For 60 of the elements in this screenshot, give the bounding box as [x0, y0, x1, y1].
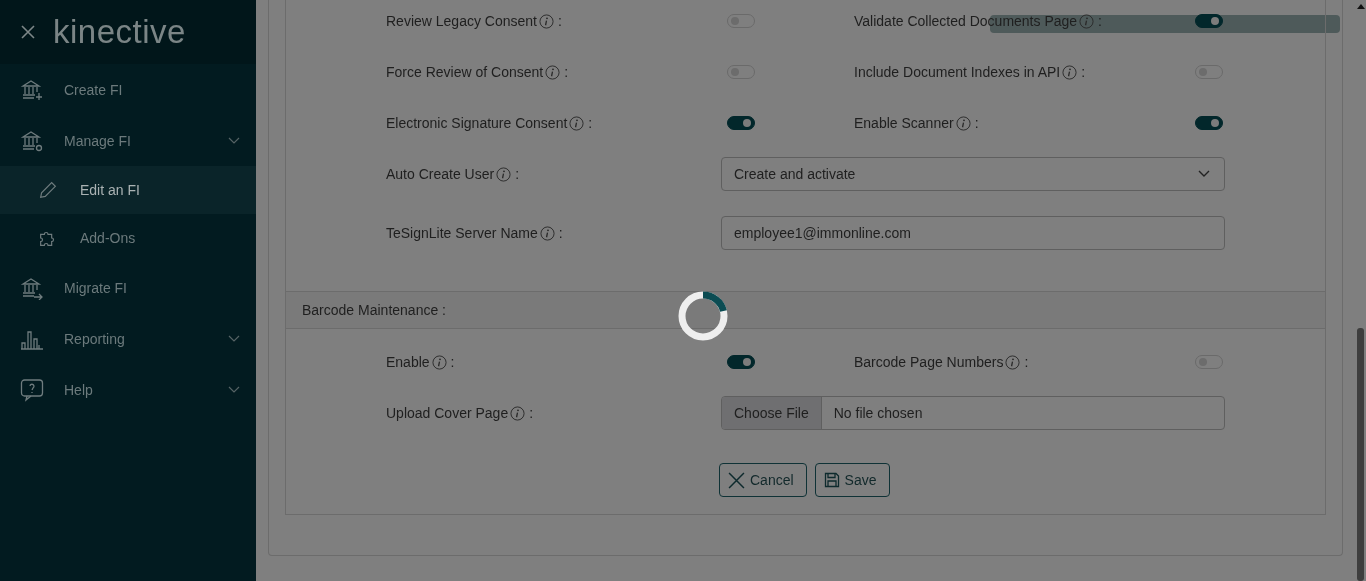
setting-label: Enable [386, 354, 430, 370]
label-colon: : [564, 64, 569, 80]
cancel-button[interactable]: Cancel [719, 463, 807, 497]
label-colon: : [515, 166, 520, 182]
setting-label: Barcode Page Numbers [854, 354, 1004, 370]
label-colon: : [529, 405, 534, 421]
nav-item[interactable]: Create FI [0, 64, 256, 115]
label-colon: : [1081, 64, 1086, 80]
nav-item[interactable]: Migrate FI [0, 262, 256, 313]
close-icon [728, 471, 745, 489]
info-icon[interactable] [569, 115, 585, 131]
help-icon [20, 377, 44, 402]
file-name-text: No file chosen [832, 405, 923, 421]
label-colon: : [450, 354, 455, 370]
info-icon[interactable] [496, 166, 512, 182]
info-icon[interactable] [1062, 64, 1078, 80]
label-colon: : [1098, 13, 1102, 29]
nav-item[interactable]: Add-Ons [0, 214, 256, 262]
info-icon[interactable] [545, 64, 561, 80]
section-title: Barcode Maintenance : [302, 302, 446, 318]
pencil-icon [37, 179, 59, 201]
save-button[interactable]: Save [814, 463, 890, 497]
select-field[interactable]: Create and activate [721, 157, 1225, 191]
info-icon[interactable] [510, 405, 526, 421]
setting-label: Validate Collected Documents Page [854, 13, 1078, 29]
setting-label: Include Document Indexes in API [854, 64, 1061, 80]
info-icon[interactable] [1005, 354, 1021, 370]
chevron-icon [1198, 170, 1210, 178]
label-colon: : [558, 225, 563, 241]
nav-item[interactable]: Manage FI [0, 115, 256, 166]
info-icon[interactable] [431, 354, 447, 370]
close-icon[interactable] [20, 24, 36, 40]
setting-label: Force Review of Consent [386, 64, 544, 80]
input-field[interactable]: employee1@immonline.com [721, 216, 1225, 250]
file-field[interactable]: Choose File No file chosen [721, 396, 1225, 430]
info-icon[interactable] [539, 13, 554, 29]
info-icon[interactable] [955, 115, 971, 131]
info-icon[interactable] [1079, 13, 1095, 29]
toggle-switch[interactable] [1195, 116, 1223, 130]
toggle-switch[interactable] [727, 116, 755, 130]
nav-item[interactable]: Help [0, 364, 256, 415]
info-icon[interactable] [539, 225, 555, 241]
loading-spinner [677, 290, 729, 342]
label-colon: : [588, 115, 593, 131]
setting-label: Electronic Signature Consent [386, 115, 568, 131]
choose-file-button[interactable]: Choose File [722, 397, 822, 429]
nav-item[interactable]: Edit an FI [0, 166, 256, 214]
label-colon: : [1024, 354, 1029, 370]
scroll-up-icon[interactable] [1356, 3, 1365, 9]
setting-label: Upload Cover Page [386, 405, 509, 421]
nav-item[interactable]: Reporting [0, 313, 256, 364]
label-colon: : [558, 13, 562, 29]
setting-label: TeSignLite Server Name [386, 225, 538, 241]
setting-label: Enable Scanner [854, 115, 954, 131]
toggle-switch[interactable] [1195, 14, 1223, 28]
label-colon: : [974, 115, 979, 131]
setting-label: Auto Create User [386, 166, 495, 182]
setting-label: Review Legacy Consent [386, 13, 537, 29]
logo: kinective [53, 13, 186, 51]
toggle-switch[interactable] [727, 355, 755, 369]
